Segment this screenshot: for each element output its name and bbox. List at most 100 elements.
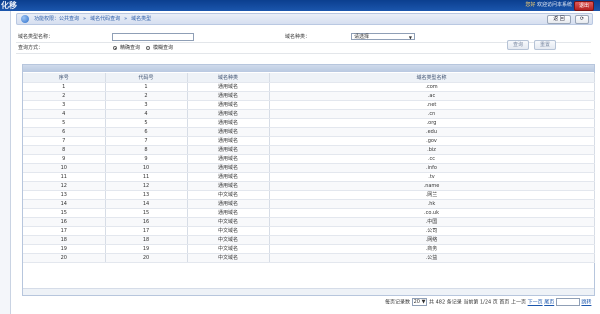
kind-select[interactable]: 请选择 ▼ — [351, 33, 415, 40]
cell-code: 14 — [105, 199, 188, 209]
refresh-button[interactable]: ⟳ — [575, 15, 589, 24]
cell-code: 16 — [105, 217, 188, 227]
cell-type-name: .biz — [269, 145, 595, 155]
total-records: 共 482 条记录 — [429, 299, 462, 306]
cell-kind: 中文域名 — [187, 244, 270, 254]
table-row[interactable]: 6 6 通用域名 .edu — [23, 127, 595, 137]
cell-kind: 通用域名 — [187, 91, 270, 101]
table-row[interactable]: 2 2 通用域名 .ac — [23, 91, 595, 101]
cell-index: 2 — [23, 91, 106, 101]
table-row[interactable]: 8 8 通用域名 .biz — [23, 145, 595, 155]
cell-index: 19 — [23, 244, 106, 254]
jump-button[interactable]: 跳转 — [581, 300, 591, 306]
type-name-label: 域名类型名称： — [18, 34, 54, 40]
breadcrumb-separator-icon: » — [83, 16, 87, 22]
cell-code: 18 — [105, 235, 188, 245]
table-row[interactable]: 7 7 通用域名 .gov — [23, 136, 595, 146]
table-row[interactable]: 10 10 通用域名 .info — [23, 163, 595, 173]
prev-page-link[interactable]: 上一页 — [511, 300, 526, 306]
cell-index: 12 — [23, 181, 106, 191]
cell-kind: 通用域名 — [187, 163, 270, 173]
table-row[interactable]: 13 13 中文域名 .网兰 — [23, 190, 595, 200]
table-row[interactable]: 4 4 通用域名 .cn — [23, 109, 595, 119]
last-page-link[interactable]: 尾页 — [544, 300, 554, 306]
cell-kind: 通用域名 — [187, 118, 270, 128]
cell-index: 11 — [23, 172, 106, 182]
cell-kind: 通用域名 — [187, 172, 270, 182]
breadcrumb-item-2[interactable]: 域名代码查询 — [90, 16, 120, 22]
mode-fuzzy-label[interactable]: 模糊查询 — [153, 43, 173, 53]
col-header-index[interactable]: 序号 — [23, 73, 106, 83]
table-row[interactable]: 14 14 通用域名 .hk — [23, 199, 595, 209]
query-mode-label: 查询方式： — [18, 45, 44, 51]
cell-type-name: .net — [269, 100, 595, 110]
col-header-kind[interactable]: 域名种类 — [187, 73, 270, 83]
cell-code: 13 — [105, 190, 188, 200]
cell-type-name: .gov — [269, 136, 595, 146]
query-button[interactable]: 查询 — [507, 40, 529, 50]
type-name-input[interactable] — [112, 33, 194, 41]
col-header-type-name[interactable]: 域名类型名称 — [269, 73, 595, 83]
breadcrumb-trail: 功能权限：公共查询» 域名代码查询» 域名类型 — [34, 14, 151, 24]
mode-exact-label[interactable]: 精确查询 — [120, 43, 140, 53]
table-row[interactable]: 3 3 通用域名 .net — [23, 100, 595, 110]
next-page-link[interactable]: 下一页 — [528, 300, 543, 306]
form-row-2: 查询方式： 精确查询 模糊查询 — [16, 43, 591, 54]
table-row[interactable]: 16 16 中文域名 .中国 — [23, 217, 595, 227]
cell-code: 2 — [105, 91, 188, 101]
first-page-link[interactable]: 首页 — [499, 300, 509, 306]
cell-kind: 通用域名 — [187, 145, 270, 155]
table-row[interactable]: 18 18 中文域名 .网络 — [23, 235, 595, 245]
cell-type-name: .cn — [269, 109, 595, 119]
jump-page-input[interactable] — [555, 298, 580, 306]
table-header-row: 序号 代码号 域名种类 域名类型名称 — [23, 73, 595, 83]
table-row[interactable]: 1 1 通用域名 .com — [23, 82, 595, 92]
cell-type-name: .hk — [269, 199, 595, 209]
table-row[interactable]: 15 15 通用域名 .co.uk — [23, 208, 595, 218]
top-bar: 化移 您好 欢迎访问本系统 退出 — [0, 0, 600, 11]
per-page-value: 20 — [413, 299, 420, 305]
table-row[interactable]: 17 17 中文域名 .公司 — [23, 226, 595, 236]
reset-button[interactable]: 重置 — [534, 40, 556, 50]
per-page-select[interactable]: 20 ▼ — [411, 298, 428, 306]
cell-index: 10 — [23, 163, 106, 173]
mode-fuzzy-radio[interactable] — [146, 46, 150, 50]
table-footer-bar — [23, 288, 594, 295]
refresh-icon: ⟳ — [579, 16, 585, 22]
cell-type-name: .商务 — [269, 244, 595, 254]
cell-code: 1 — [105, 82, 188, 92]
logout-button[interactable]: 退出 — [574, 1, 594, 11]
cell-index: 17 — [23, 226, 106, 236]
table-row[interactable]: 9 9 通用域名 .cc — [23, 154, 595, 164]
pagination: 每页记录数 20 ▼ 共 482 条记录 当前第 1/24 页 首页 上一页 下… — [385, 298, 595, 307]
app-title: 化移 — [1, 1, 17, 10]
breadcrumb: 功能权限：公共查询» 域名代码查询» 域名类型 返 回 ⟳ — [16, 13, 593, 25]
results-table: 序号 代码号 域名种类 域名类型名称 1 1 通用域名 .com 2 2 通用域名 .ac 3 3… — [23, 73, 595, 263]
cell-index: 1 — [23, 82, 106, 92]
cell-index: 5 — [23, 118, 106, 128]
cell-code: 4 — [105, 109, 188, 119]
cell-index: 4 — [23, 109, 106, 119]
breadcrumb-item-1[interactable]: 功能权限：公共查询 — [34, 16, 79, 22]
cell-kind: 中文域名 — [187, 253, 270, 263]
cell-code: 3 — [105, 100, 188, 110]
table-row[interactable]: 5 5 通用域名 .org — [23, 118, 595, 128]
cell-code: 20 — [105, 253, 188, 263]
cell-index: 7 — [23, 136, 106, 146]
table-header-bar — [23, 65, 594, 72]
cell-index: 13 — [23, 190, 106, 200]
table-row[interactable]: 20 20 中文域名 .公益 — [23, 253, 595, 263]
table-row[interactable]: 12 12 通用域名 .name — [23, 181, 595, 191]
cell-code: 5 — [105, 118, 188, 128]
cell-kind: 中文域名 — [187, 190, 270, 200]
table-row[interactable]: 19 19 中文域名 .商务 — [23, 244, 595, 254]
col-header-code[interactable]: 代码号 — [105, 73, 188, 83]
per-page-label: 每页记录数 — [385, 299, 411, 306]
cell-type-name: .com — [269, 82, 595, 92]
home-icon — [21, 15, 29, 23]
mode-exact-radio[interactable] — [113, 46, 117, 50]
cell-code: 6 — [105, 127, 188, 137]
cell-type-name: .网络 — [269, 235, 595, 245]
table-row[interactable]: 11 11 通用域名 .tv — [23, 172, 595, 182]
return-button[interactable]: 返 回 — [547, 15, 571, 24]
